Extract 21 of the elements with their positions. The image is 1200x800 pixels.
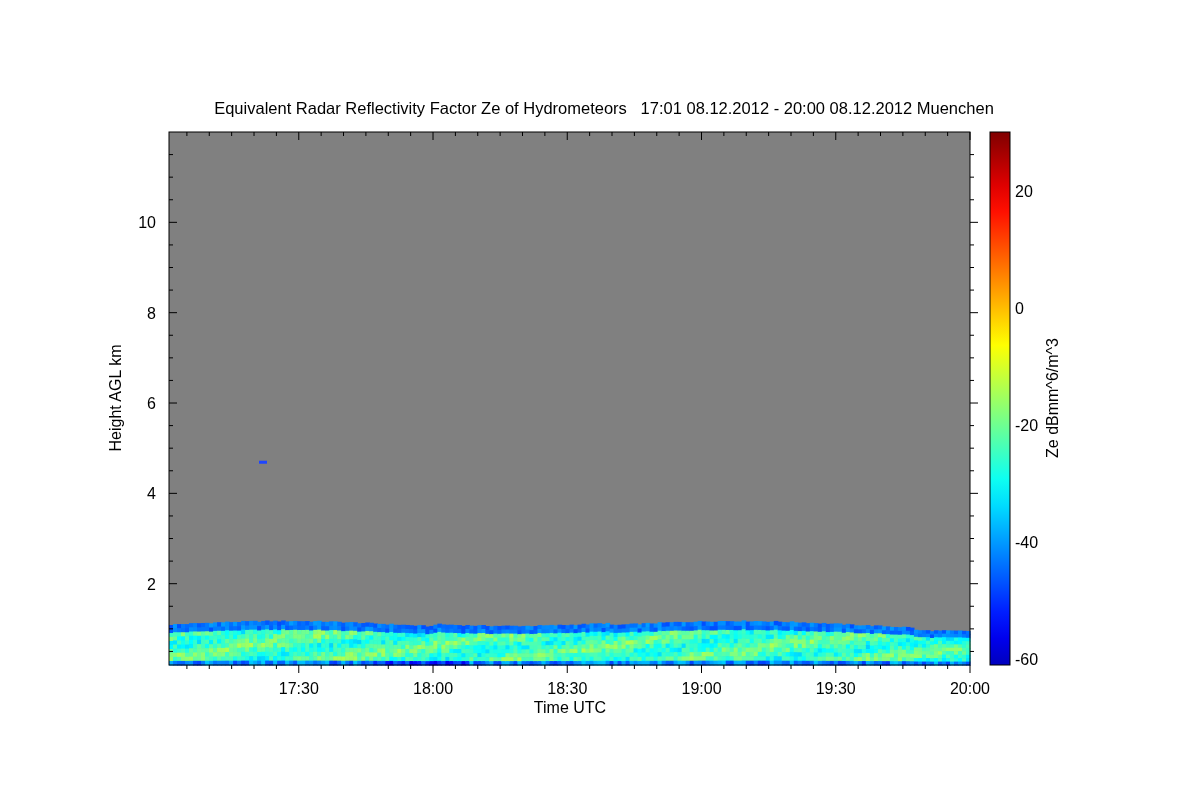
y-tick-label: 2: [147, 575, 156, 593]
y-tick-label: 10: [138, 214, 156, 232]
y-tick-label: 8: [147, 304, 156, 322]
color-scale-label: Ze dBmm^6/m^3: [1044, 338, 1061, 458]
echo-speck: [259, 460, 267, 464]
color-scale-tick-label: -20: [1015, 416, 1039, 434]
x-axis-label: Time UTC: [533, 699, 607, 716]
x-tick-label: 19:30: [815, 680, 856, 697]
chart-title: Equivalent Radar Reflectivity Factor Ze of Hydrometeors 17:01 08.12.2012 - 20:00 08.12.2012 Muenchen: [213, 98, 994, 118]
x-tick-label: 19:00: [681, 680, 722, 697]
x-tick-label: 20:00: [950, 680, 990, 697]
x-tick-label: 17:30: [278, 680, 319, 697]
y-axis-label: Height AGL km: [107, 344, 124, 452]
color-scale-tick-label: 0: [1015, 299, 1024, 317]
x-tick-label: 18:00: [413, 680, 454, 697]
color-scale-tick-label: -40: [1015, 534, 1039, 551]
color-scale-tick-label: 20: [1015, 182, 1033, 200]
y-tick-label: 4: [147, 485, 156, 503]
color-scale-tick-label: -60: [1015, 651, 1039, 669]
x-tick-label: 18:30: [547, 680, 588, 697]
y-tick-label: 6: [147, 395, 156, 412]
